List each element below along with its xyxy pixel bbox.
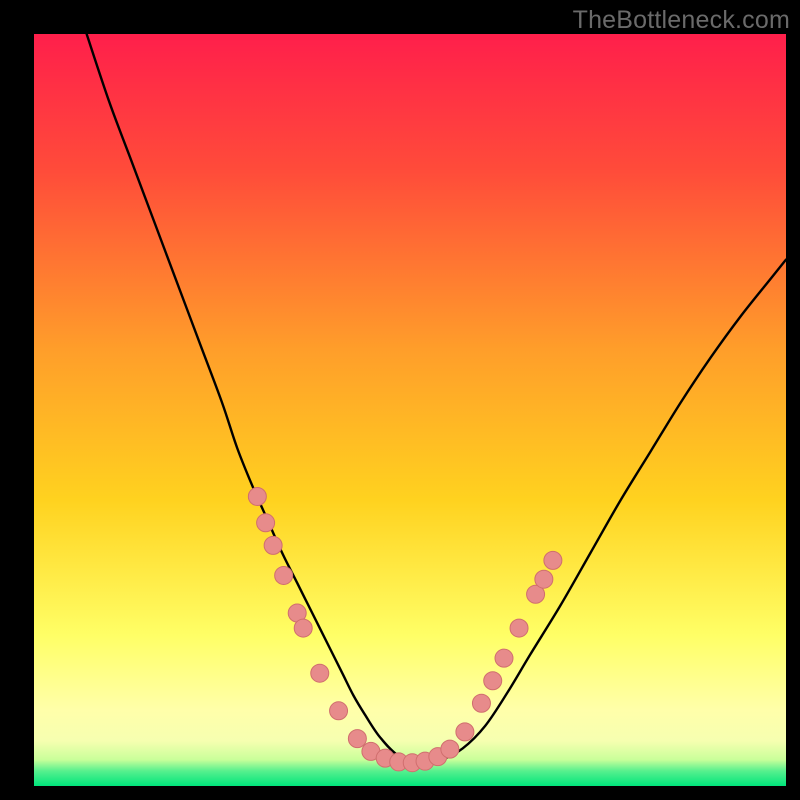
chart-frame: TheBottleneck.com	[0, 0, 800, 800]
data-point	[311, 664, 329, 682]
data-point	[330, 702, 348, 720]
data-point	[484, 672, 502, 690]
chart-svg	[34, 34, 786, 786]
data-point	[275, 566, 293, 584]
data-point	[441, 740, 459, 758]
data-point	[264, 536, 282, 554]
data-point	[535, 570, 553, 588]
data-point	[510, 619, 528, 637]
watermark-text: TheBottleneck.com	[573, 6, 790, 35]
data-point	[248, 487, 266, 505]
data-point	[294, 619, 312, 637]
data-point	[348, 730, 366, 748]
chart-plot-area	[34, 34, 786, 786]
data-point	[544, 551, 562, 569]
data-point	[472, 694, 490, 712]
data-point	[257, 514, 275, 532]
gradient-background	[34, 34, 786, 786]
data-point	[456, 723, 474, 741]
data-point	[495, 649, 513, 667]
